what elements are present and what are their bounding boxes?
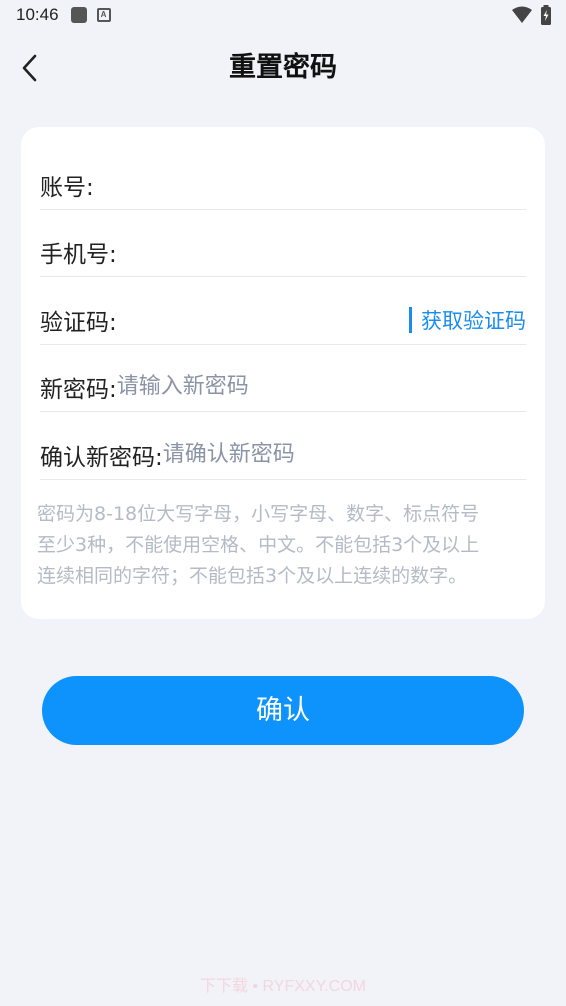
header: 重置密码 [0,40,566,96]
form-card: 账号: 手机号: 验证码: 获取验证码 新密码: 确认新密码: 密码为8-18位… [21,127,545,619]
get-code-button[interactable]: 获取验证码 [409,305,526,335]
confirm-password-label: 确认新密码: [40,444,163,471]
hint-line: 连续相同的字符；不能包括3个及以上连续的数字。 [37,565,468,587]
wifi-icon [512,6,532,23]
phone-input[interactable] [116,239,526,264]
phone-row: 手机号: [40,227,526,277]
battery-icon [541,5,551,25]
phone-label: 手机号: [40,241,117,268]
status-right-icons [512,5,552,25]
password-hint: 密码为8-18位大写字母，小写字母、数字、标点符号 至少3种，不能使用空格、中文… [37,499,531,592]
status-bar: 10:46 A [0,0,566,30]
watermark: 下下载 • RYFXXY.COM [200,978,366,995]
account-row: 账号: [40,160,526,210]
status-time: 10:46 [16,5,59,24]
confirm-button[interactable]: 确认 [42,676,524,745]
new-password-label: 新密码: [40,376,117,403]
app-notification-icon [70,7,87,23]
get-code-label: 获取验证码 [421,308,526,333]
new-password-row: 新密码: [40,362,526,412]
confirm-password-input[interactable] [162,442,526,467]
account-label: 账号: [40,174,94,201]
new-password-input[interactable] [116,374,526,399]
page-title: 重置密码 [229,52,337,83]
account-input[interactable] [93,172,526,197]
code-row: 验证码: 获取验证码 [40,295,526,345]
hint-line: 至少3种，不能使用空格、中文。不能包括3个及以上 [37,534,480,556]
confirm-password-row: 确认新密码: [40,430,526,480]
code-divider [409,306,412,333]
code-input[interactable] [116,307,409,332]
hint-line: 密码为8-18位大写字母，小写字母、数字、标点符号 [37,503,480,525]
code-label: 验证码: [40,309,117,336]
a-notification-icon: A [96,8,111,22]
